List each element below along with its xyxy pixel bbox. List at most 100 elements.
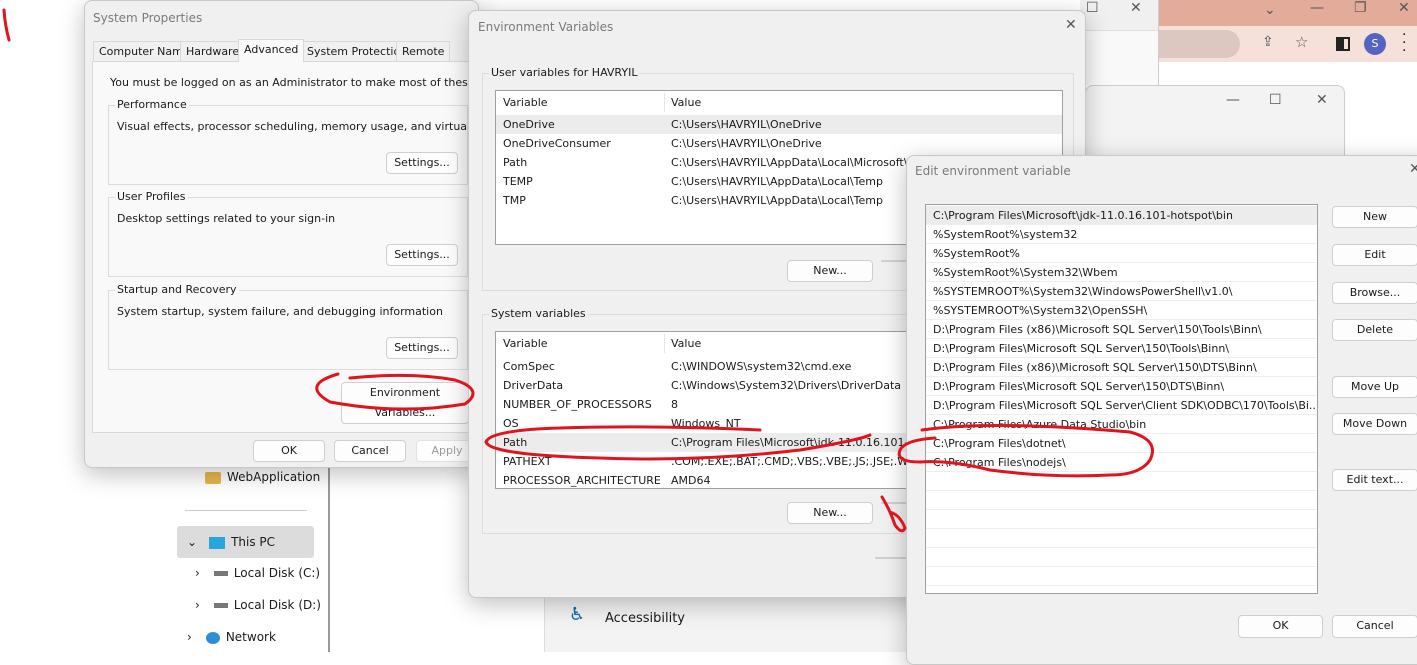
path-entry[interactable]: %SYSTEMROOT%\System32\OpenSSH\ bbox=[926, 301, 1317, 320]
settings-item-accessibility[interactable]: Accessibility bbox=[605, 611, 685, 626]
network-icon bbox=[205, 631, 220, 644]
dialog-title: Environment Variables bbox=[478, 20, 614, 34]
minimize-icon[interactable]: — bbox=[1226, 92, 1240, 108]
variable-value: C:\Windows\System32\Drivers\DriverData bbox=[671, 379, 902, 392]
empty-row bbox=[926, 472, 1317, 491]
explorer-item[interactable]: › Network bbox=[187, 630, 276, 644]
sidebar-icon[interactable] bbox=[1336, 37, 1350, 51]
maximize-icon[interactable]: ☐ bbox=[1269, 92, 1282, 108]
variable-name: TEMP bbox=[503, 175, 533, 188]
variable-row[interactable]: OneDriveConsumer C:\Users\HAVRYIL\OneDriv… bbox=[496, 134, 1062, 153]
path-entry[interactable]: %SystemRoot%\system32 bbox=[926, 225, 1317, 244]
chevron-right-icon: › bbox=[195, 598, 200, 612]
folder-icon bbox=[205, 471, 221, 484]
tab-advanced[interactable]: Advanced bbox=[238, 39, 305, 62]
close-icon[interactable]: ✕ bbox=[1409, 161, 1417, 177]
menu-icon[interactable]: · · · bbox=[1402, 28, 1406, 58]
path-entry[interactable]: %SystemRoot% bbox=[926, 244, 1317, 263]
edit-text-button[interactable]: Edit text... bbox=[1332, 469, 1417, 491]
path-entry[interactable]: D:\Program Files\Microsoft SQL Server\15… bbox=[926, 339, 1317, 358]
chevron-down-icon[interactable]: ⌄ bbox=[1264, 2, 1276, 18]
new-button[interactable]: New bbox=[1332, 206, 1417, 228]
drive-icon bbox=[213, 603, 228, 608]
path-entry[interactable]: C:\Program Files\Microsoft\jdk-11.0.16.1… bbox=[926, 206, 1317, 225]
variable-value: Windows_NT bbox=[671, 417, 741, 430]
path-entry-text: %SystemRoot% bbox=[933, 247, 1020, 260]
path-entry-text: %SYSTEMROOT%\System32\WindowsPowerShell\… bbox=[933, 285, 1233, 298]
chevron-down-icon: ⌄ bbox=[187, 535, 198, 549]
close-icon[interactable]: ✕ bbox=[1130, 0, 1142, 16]
variable-name: OS bbox=[503, 417, 519, 430]
close-icon[interactable]: ✕ bbox=[1065, 17, 1077, 33]
admin-note: You must be logged on as an Administrato… bbox=[110, 76, 528, 89]
browser-titlebar: ⌄ — ❐ ✕ bbox=[1158, 0, 1417, 26]
chevron-right-icon: › bbox=[187, 630, 192, 644]
variable-value: C:\Users\HAVRYIL\OneDrive bbox=[671, 137, 822, 150]
empty-row bbox=[926, 510, 1317, 529]
variable-value: C:\Users\HAVRYIL\AppData\Local\Temp bbox=[671, 175, 883, 188]
move-down-button[interactable]: Move Down bbox=[1332, 413, 1417, 435]
path-entry-text: C:\Program Files\dotnet\ bbox=[933, 437, 1066, 450]
path-entry[interactable]: C:\Program Files\dotnet\ bbox=[926, 434, 1317, 453]
browser-toolbar: ⇪ ☆ S · · · bbox=[1158, 26, 1417, 62]
delete-button[interactable]: Delete bbox=[1332, 319, 1417, 341]
cancel-button[interactable]: Cancel bbox=[334, 440, 406, 462]
explorer-item-this-pc[interactable]: ⌄ This PC bbox=[177, 526, 314, 558]
close-icon[interactable]: ✕ bbox=[1316, 92, 1328, 108]
environment-variables-button[interactable]: Environment Variables... bbox=[341, 382, 469, 424]
path-entry-text: D:\Program Files (x86)\Microsoft SQL Ser… bbox=[933, 323, 1262, 336]
variable-name: NUMBER_OF_PROCESSORS bbox=[503, 398, 652, 411]
dialog-title: Edit environment variable bbox=[915, 164, 1071, 178]
path-entry[interactable]: D:\Program Files (x86)\Microsoft SQL Ser… bbox=[926, 358, 1317, 377]
explorer-item[interactable]: › Local Disk (C:) bbox=[195, 566, 320, 580]
performance-settings-button[interactable]: Settings... bbox=[386, 152, 458, 174]
path-entry[interactable]: %SystemRoot%\System32\Wbem bbox=[926, 263, 1317, 282]
pc-icon bbox=[209, 536, 226, 549]
path-entry-text: D:\Program Files\Microsoft SQL Server\15… bbox=[933, 380, 1225, 393]
variable-name: TMP bbox=[503, 194, 526, 207]
explorer-item[interactable]: WebApplication bbox=[205, 470, 320, 484]
edit-button[interactable]: Edit bbox=[1332, 244, 1417, 266]
avatar[interactable]: S bbox=[1364, 33, 1386, 55]
cancel-button[interactable]: Cancel bbox=[1332, 615, 1417, 638]
ok-button[interactable]: OK bbox=[253, 440, 325, 462]
restore-icon[interactable]: ❐ bbox=[1354, 0, 1367, 16]
move-up-button[interactable]: Move Up bbox=[1332, 376, 1417, 398]
performance-group: Performance Visual effects, processor sc… bbox=[108, 98, 520, 185]
minimize-icon[interactable]: — bbox=[1310, 0, 1324, 16]
path-entry[interactable]: C:\Program Files\nodejs\ bbox=[926, 453, 1317, 472]
user-new-button[interactable]: New... bbox=[787, 260, 873, 282]
tab-panel: You must be logged on as an Administrato… bbox=[92, 61, 528, 433]
explorer-item[interactable]: › Local Disk (D:) bbox=[195, 598, 321, 612]
variable-row[interactable]: OneDrive C:\Users\HAVRYIL\OneDrive bbox=[496, 115, 1062, 134]
system-new-button[interactable]: New... bbox=[787, 502, 873, 524]
maximize-icon[interactable]: ☐ bbox=[1086, 0, 1099, 16]
share-icon[interactable]: ⇪ bbox=[1262, 34, 1274, 50]
tab-remote[interactable]: Remote bbox=[396, 41, 451, 61]
chevron-right-icon: › bbox=[195, 566, 200, 580]
star-icon[interactable]: ☆ bbox=[1295, 33, 1308, 51]
path-entry[interactable]: %SYSTEMROOT%\System32\WindowsPowerShell\… bbox=[926, 282, 1317, 301]
empty-row bbox=[926, 529, 1317, 548]
tab-hardware[interactable]: Hardware bbox=[180, 41, 246, 61]
address-bar[interactable] bbox=[1158, 30, 1240, 58]
path-entry-text: D:\Program Files\Microsoft SQL Server\15… bbox=[933, 342, 1229, 355]
user-profiles-settings-button[interactable]: Settings... bbox=[386, 244, 458, 266]
path-entries-list[interactable]: C:\Program Files\Microsoft\jdk-11.0.16.1… bbox=[925, 204, 1318, 594]
path-entry[interactable]: D:\Program Files\Microsoft SQL Server\Cl… bbox=[926, 396, 1317, 415]
browse-button[interactable]: Browse... bbox=[1332, 282, 1417, 304]
ok-button[interactable]: OK bbox=[1238, 615, 1323, 638]
path-entry[interactable]: D:\Program Files (x86)\Microsoft SQL Ser… bbox=[926, 320, 1317, 339]
accessibility-icon: ♿ bbox=[569, 604, 586, 625]
variable-name: Path bbox=[503, 156, 528, 169]
path-entry-text: %SystemRoot%\System32\Wbem bbox=[933, 266, 1118, 279]
path-entry[interactable]: D:\Program Files\Microsoft SQL Server\15… bbox=[926, 377, 1317, 396]
path-entry[interactable]: C:\Program Files\Azure Data Studio\bin bbox=[926, 415, 1317, 434]
startup-settings-button[interactable]: Settings... bbox=[386, 337, 458, 359]
variable-name: DriverData bbox=[503, 379, 564, 392]
list-header: Variable Value bbox=[496, 93, 1062, 112]
annotation-mark bbox=[2, 8, 11, 42]
edit-environment-variable-dialog: Edit environment variable ✕ C:\Program F… bbox=[906, 155, 1417, 665]
close-icon[interactable]: ✕ bbox=[1398, 0, 1410, 16]
variable-value: C:\Users\HAVRYIL\AppData\Local\Temp bbox=[671, 194, 883, 207]
